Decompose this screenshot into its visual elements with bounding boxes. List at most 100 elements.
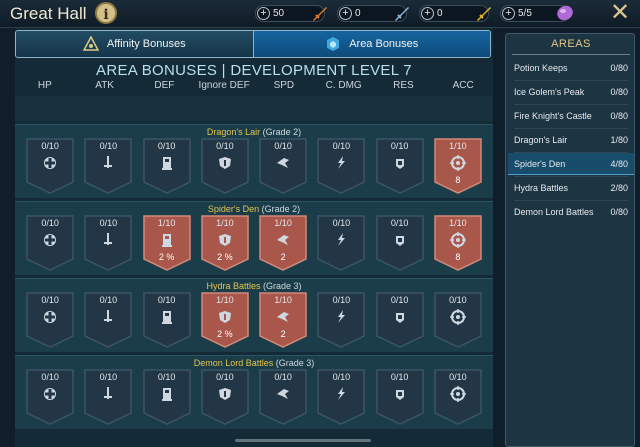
bonus-cell-atk[interactable]: 0/10: [83, 215, 133, 271]
bonus-cell-spd[interactable]: 0/10: [258, 369, 308, 425]
cell-level: 0/10: [332, 141, 351, 151]
stat-header-spd: SPD: [273, 80, 295, 91]
cell-level: 0/10: [157, 372, 176, 382]
bonus-cell-c-dmg[interactable]: 0/10: [316, 369, 366, 425]
cell-level: 0/10: [41, 372, 59, 382]
bonus-cell-c-dmg[interactable]: 0/10: [316, 138, 366, 194]
bonus-cells: 0/10 0/10 0/10 0/10 0/10 0/10 0/10 0/10: [15, 369, 493, 425]
cell-level: 0/10: [157, 295, 176, 305]
sidebar-item-hydra-battles[interactable]: Hydra Battles 2/80: [508, 177, 634, 199]
cell-level: 1/10: [274, 218, 292, 228]
cell-bonus: 8: [455, 175, 461, 185]
atk-icon: [104, 233, 113, 245]
cell-level: 0/10: [216, 372, 234, 382]
bonus-cell-atk[interactable]: 0/10: [83, 138, 133, 194]
stat-header-atk: ATK: [95, 80, 114, 91]
bonus-cell-ignore-def[interactable]: 1/10 2 %: [200, 215, 250, 271]
bonus-cell-ignore-def[interactable]: 1/10 2 %: [200, 292, 250, 348]
atk-icon: [104, 156, 113, 168]
bonus-cell-res[interactable]: 0/10: [375, 138, 425, 194]
resource-purple-gem[interactable]: + 5/5: [500, 5, 573, 22]
bonus-cell-def[interactable]: 0/10: [142, 292, 192, 348]
bonus-cells: 0/10 0/10 0/10 0/10 0/10 0/10 0/10 1/10 8: [15, 138, 493, 194]
bonus-cell-hp[interactable]: 0/10: [25, 369, 75, 425]
area-name: Dragon's Lair: [206, 127, 261, 137]
bonus-cell-atk[interactable]: 0/10: [83, 369, 133, 425]
bonus-cell-acc[interactable]: 1/10 8: [433, 138, 483, 194]
stat-header-acc: ACC: [452, 80, 474, 91]
bonus-cell-hp[interactable]: 0/10: [25, 215, 75, 271]
cell-level: 0/10: [332, 295, 351, 305]
c-dmg-icon: [338, 310, 346, 323]
sidebar-item-spider-s-den[interactable]: Spider's Den 4/80: [508, 153, 634, 175]
info-icon[interactable]: i: [95, 2, 117, 24]
ignore-def-icon: [218, 234, 231, 246]
plus-icon[interactable]: +: [257, 7, 270, 20]
area-label: Demon Lord Battles (Grade 3): [15, 358, 493, 368]
cell-level: 1/10: [157, 218, 176, 228]
area-row-hydra-battles: Hydra Battles (Grade 3) 0/10 0/10 0/10 1/10 2…: [15, 278, 493, 352]
acc-icon: [449, 386, 466, 402]
bonus-cell-ignore-def[interactable]: 0/10: [200, 369, 250, 425]
sidebar-item-label: Potion Keeps: [514, 63, 568, 73]
cell-bonus: 2 %: [217, 252, 233, 262]
scrolled-row-remnant: [15, 96, 493, 122]
resource-gold-sword[interactable]: + 0: [419, 5, 491, 22]
resource-orange-sword[interactable]: + 50: [255, 5, 327, 22]
tab-affinity-bonuses[interactable]: Affinity Bonuses: [16, 31, 253, 57]
bonus-cell-def[interactable]: 0/10: [142, 369, 192, 425]
close-icon[interactable]: ✕: [608, 1, 632, 26]
sidebar-item-dragon-s-lair[interactable]: Dragon's Lair 1/80: [508, 129, 634, 151]
bonus-cell-res[interactable]: 0/10: [375, 292, 425, 348]
sidebar-item-value: 0/80: [610, 111, 628, 121]
sidebar-item-demon-lord-battles[interactable]: Demon Lord Battles 0/80: [508, 201, 634, 223]
sidebar-item-potion-keeps[interactable]: Potion Keeps 0/80: [508, 57, 634, 79]
stat-header-hp: HP: [37, 80, 52, 91]
tab-label: Affinity Bonuses: [106, 38, 186, 50]
bonus-cell-spd[interactable]: 0/10: [258, 138, 308, 194]
bonus-cell-c-dmg[interactable]: 0/10: [316, 292, 366, 348]
bonus-cell-ignore-def[interactable]: 0/10: [200, 138, 250, 194]
area-label: Spider's Den (Grade 2): [15, 204, 493, 214]
bonus-cell-hp[interactable]: 0/10: [25, 138, 75, 194]
bonus-cell-res[interactable]: 0/10: [375, 369, 425, 425]
bonus-cell-spd[interactable]: 1/10 2: [258, 292, 308, 348]
area-icon: [327, 37, 340, 51]
cell-level: 0/10: [332, 218, 351, 228]
bonus-cell-acc[interactable]: 0/10: [433, 369, 483, 425]
res-icon: [395, 390, 404, 400]
resource-blue-sword[interactable]: + 0: [337, 5, 409, 22]
tab-area-bonuses[interactable]: Area Bonuses: [252, 31, 490, 57]
bonus-cell-acc[interactable]: 1/10 8: [433, 215, 483, 271]
bonus-cell-atk[interactable]: 0/10: [83, 292, 133, 348]
stat-header-def: DEF: [154, 80, 175, 91]
plus-icon[interactable]: +: [421, 7, 434, 20]
bonus-cell-hp[interactable]: 0/10: [25, 292, 75, 348]
cell-level: 0/10: [99, 372, 118, 382]
spd-icon: [277, 389, 290, 399]
bonus-cell-spd[interactable]: 1/10 2: [258, 215, 308, 271]
cell-level: 1/10: [449, 218, 467, 228]
bonus-cell-res[interactable]: 0/10: [375, 215, 425, 271]
plus-icon[interactable]: +: [502, 7, 515, 20]
bonus-cell-c-dmg[interactable]: 0/10: [316, 215, 366, 271]
ignore-def-icon: [218, 388, 231, 400]
res-icon: [395, 313, 404, 323]
stat-header-res: RES: [393, 80, 414, 91]
bonus-cell-acc[interactable]: 0/10: [433, 292, 483, 348]
stat-headers: HP ATK DEF Ignore DEF SPD C. DMG RES ACC: [15, 80, 493, 96]
sidebar-item-fire-knight-s-castle[interactable]: Fire Knight's Castle 0/80: [508, 105, 634, 127]
cell-level: 0/10: [41, 141, 59, 151]
cell-level: 0/10: [99, 141, 118, 151]
plus-icon[interactable]: +: [339, 7, 352, 20]
c-dmg-icon: [338, 233, 346, 246]
spd-icon: [277, 158, 290, 168]
cell-level: 0/10: [332, 372, 351, 382]
bonus-cell-def[interactable]: 1/10 2 %: [142, 215, 192, 271]
bonus-tabs: Affinity Bonuses Area Bonuses: [15, 30, 491, 58]
sidebar-item-ice-golem-s-peak[interactable]: Ice Golem's Peak 0/80: [508, 81, 634, 103]
bonus-cell-def[interactable]: 0/10: [142, 138, 192, 194]
cell-level: 0/10: [390, 372, 409, 382]
area-label: Hydra Battles (Grade 3): [15, 281, 493, 291]
cell-level: 0/10: [274, 372, 292, 382]
